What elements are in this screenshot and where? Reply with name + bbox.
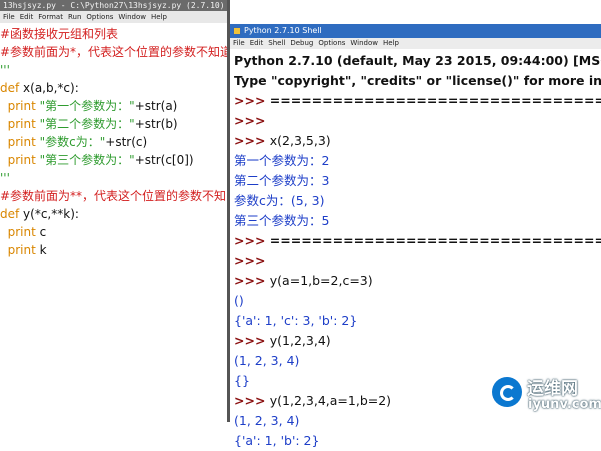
shell-output-line: {'a': 1, 'b': 2}	[234, 433, 320, 448]
shell-output-line: ()	[234, 293, 244, 308]
editor-menu-item[interactable]: Format	[38, 11, 63, 23]
code-token: def	[0, 81, 24, 95]
shell-prompt: >>>	[234, 233, 270, 248]
shell-input-line: >>>	[234, 251, 601, 271]
watermark: 运维网 iyunv.com	[492, 371, 601, 422]
shell-command: y(a=1,b=2,c=3)	[269, 273, 373, 288]
code-line: #参数前面为**，代表这个位置的参数不知	[0, 187, 228, 205]
editor-menubar: File Edit Format Run Options Window Help	[0, 11, 228, 23]
shell-restart-line: >>> ================================ RES…	[234, 91, 601, 111]
code-line: def y(*c,**k):	[0, 205, 228, 223]
code-token: print	[0, 153, 40, 167]
shell-menu-item[interactable]: Options	[318, 38, 345, 49]
code-token: #函数接收元组和列表	[0, 27, 119, 41]
code-line: print k	[0, 241, 228, 259]
code-token: #参数前面为**，代表这个位置的参数不知	[0, 189, 227, 203]
code-line: print "第一个参数为："+str(a)	[0, 97, 228, 115]
shell-prompt: >>>	[234, 393, 270, 408]
shell-banner-line: Python 2.7.10 (default, May 23 2015, 09:…	[234, 53, 601, 68]
restart-banner: ================================ RESTART…	[269, 233, 601, 248]
watermark-cn: 运维网	[527, 379, 578, 399]
shell-prompt: >>>	[234, 93, 270, 108]
watermark-logo-icon	[492, 377, 522, 407]
code-token: "第一个参数为："	[39, 99, 135, 113]
editor-menu-item[interactable]: Window	[118, 11, 146, 23]
code-token: c	[39, 225, 47, 239]
shell-output-line: {'a': 1, 'c': 3, 'b': 2}	[234, 313, 358, 328]
shell-window: Python 2.7.10 Shell File Edit Shell Debug Op…	[230, 24, 601, 448]
shell-prompt: >>>	[234, 333, 270, 348]
code-token: x(a,b,*c):	[23, 81, 79, 95]
shell-prompt: >>>	[234, 113, 270, 128]
code-token: def	[0, 207, 24, 221]
shell-menu-item[interactable]: File	[233, 38, 245, 49]
code-token: "第二个参数为："	[39, 117, 135, 131]
code-line: def x(a,b,*c):	[0, 79, 228, 97]
code-token: k	[39, 243, 47, 257]
watermark-en: iyunv.com	[528, 397, 601, 412]
code-token: +str(b)	[134, 117, 178, 131]
code-token: #参数前面为*，代表这个位置的参数不知道	[0, 45, 228, 59]
shell-prompt: >>>	[234, 253, 270, 268]
shell-output-line: (1, 2, 3, 4)	[234, 353, 300, 368]
restart-banner: ================================ RESTART…	[269, 93, 601, 108]
shell-input-line: >>>	[234, 111, 601, 131]
editor-menu-item[interactable]: Edit	[20, 11, 34, 23]
shell-prompt: >>>	[234, 133, 270, 148]
code-token: y(*c,**k):	[23, 207, 79, 221]
code-line: #参数前面为*，代表这个位置的参数不知道	[0, 43, 228, 61]
code-token: +str(a)	[134, 99, 178, 113]
shell-menubar: File Edit Shell Debug Options Window Help	[230, 38, 601, 49]
code-line: print "第三个参数为："+str(c[0])	[0, 151, 228, 169]
shell-command: y(1,2,3,4,a=1,b=2)	[269, 393, 392, 408]
shell-banner-line: Type "copyright", "credits" or "license(…	[234, 73, 601, 88]
shell-output-line: 参数c为：(5, 3)	[234, 193, 325, 208]
editor-menu-item[interactable]: Help	[151, 11, 167, 23]
shell-menu-item[interactable]: Window	[350, 38, 378, 49]
shell-title: Python 2.7.10 Shell	[244, 26, 322, 35]
shell-menu-item[interactable]: Edit	[250, 38, 264, 49]
shell-menu-item[interactable]: Shell	[268, 38, 285, 49]
code-token: print	[0, 117, 40, 131]
shell-command: y(1,2,3,4)	[269, 333, 331, 348]
shell-input-line: >>> x(2,3,5,3)	[234, 131, 601, 151]
code-line: #函数接收元组和列表	[0, 25, 228, 43]
code-token: "参数c为："	[39, 135, 106, 149]
shell-menu-item[interactable]: Debug	[290, 38, 313, 49]
shell-output-line: 第二个参数为：3	[234, 173, 330, 188]
editor-menu-item[interactable]: File	[3, 11, 15, 23]
shell-input-line: >>> y(1,2,3,4)	[234, 331, 601, 351]
code-token: '''	[0, 63, 10, 77]
shell-restart-line: >>> ================================ RES…	[234, 231, 601, 251]
shell-output-line: 第三个参数为：5	[234, 213, 330, 228]
editor-menu-item[interactable]: Options	[86, 11, 113, 23]
code-token: +str(c)	[105, 135, 148, 149]
code-token: '''	[0, 171, 10, 185]
code-token: print	[0, 225, 40, 239]
code-token: print	[0, 99, 40, 113]
editor-titlebar: 13hsjsyz.py - C:\Python27\13hsjsyz.py (2…	[0, 0, 228, 11]
code-line: print c	[0, 223, 228, 241]
code-token: "第三个参数为："	[39, 153, 135, 167]
shell-command: x(2,3,5,3)	[269, 133, 331, 148]
code-token: print	[0, 243, 40, 257]
shell-prompt: >>>	[234, 273, 270, 288]
python-icon	[233, 26, 241, 35]
code-line: '''	[0, 169, 228, 187]
editor-menu-item[interactable]: Run	[68, 11, 81, 23]
shell-output-line: 第一个参数为：2	[234, 153, 330, 168]
code-line: print "第二个参数为："+str(b)	[0, 115, 228, 133]
shell-menu-item[interactable]: Help	[383, 38, 399, 49]
shell-input-line: >>> y(a=1,b=2,c=3)	[234, 271, 601, 291]
editor-window: 13hsjsyz.py - C:\Python27\13hsjsyz.py (2…	[0, 0, 228, 422]
shell-titlebar: Python 2.7.10 Shell	[230, 24, 601, 38]
code-line: print "参数c为："+str(c)	[0, 133, 228, 151]
code-token: +str(c[0])	[134, 153, 194, 167]
code-token: print	[0, 135, 40, 149]
code-line: '''	[0, 61, 228, 79]
